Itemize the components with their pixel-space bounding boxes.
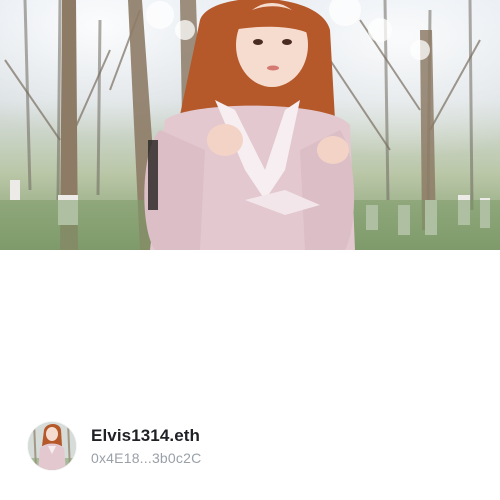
avatar[interactable] <box>28 422 76 470</box>
cover-photo-illustration <box>0 0 500 250</box>
profile-meta: Elvis1314.eth 0x4E18...3b0c2C <box>91 426 201 467</box>
avatar-photo-illustration <box>28 422 76 470</box>
wallet-address[interactable]: 0x4E18...3b0c2C <box>91 450 201 467</box>
profile-info: Elvis1314.eth 0x4E18...3b0c2C <box>28 421 201 471</box>
profile-name: Elvis1314.eth <box>91 425 201 445</box>
profile-page: Elvis1314.eth 0x4E18...3b0c2C <box>0 0 500 500</box>
cover-image <box>0 0 500 250</box>
